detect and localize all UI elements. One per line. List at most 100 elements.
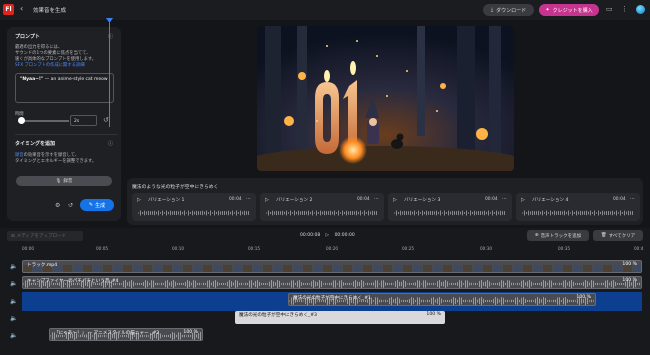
upload-media-button[interactable]: ⊞ メディアをアップロード [7,231,83,241]
more-options-icon[interactable]: ⋯ [374,196,379,202]
variation-name: バリエーション 3 [404,198,441,203]
more-options-icon[interactable]: ⋯ [630,196,635,202]
variations-caption: 魔法のような光の粒子が空中にきらめく [132,185,219,190]
more-options-icon[interactable]: ⋯ [502,196,507,202]
play-icon[interactable]: ▷ [521,197,525,203]
section-divider [15,134,118,135]
clear-all-button[interactable]: 🗑 すべてクリア [593,230,643,241]
generate-label: 生成 [95,202,106,209]
duration-slider-knob[interactable] [18,117,25,124]
upload-label: メディアをアップロード [16,234,66,239]
timeline-clip[interactable]: 「にゃあ〜！」 — アニメスタイルの猫ニャー _#2 100 % [49,328,203,341]
waveform [138,210,249,216]
more-options-icon[interactable]: ⋯ [246,196,251,202]
speaker-icon[interactable]: 🔈 [10,298,17,305]
timeline-clip[interactable]: トラック.mp4 100 % [22,260,642,273]
variations-panel: 魔法のような光の粒子が空中にきらめく ▷ バリエーション 1 00:04 ⋯ ▷… [127,178,643,225]
ruler-tick: 00:15 [248,246,261,251]
prompt-panel: プロンプト ⓘ 最適の出力を得るには、 サウンドの1つの要素に焦点を当てて、 速… [7,27,121,221]
time-ruler[interactable]: 00:00 00:05 00:10 00:15 00:20 00:25 00:3… [22,246,644,256]
ruler-tick: 00:05 [96,246,109,251]
generate-button[interactable]: ✎ 生成 [80,199,114,211]
timing-desc-line-2: タイミングとエネルギーを調整できます。 [15,159,97,164]
clip-volume: 100 % [576,295,591,300]
clip-volume: 100 % [183,330,198,335]
record-label: 録音 [63,179,73,184]
clip-volume: 100 % [426,312,441,317]
timeline-clip[interactable]: 魔法の光の粒子が空中にきらめく_#3 100 % [235,311,445,324]
generate-icon: ✎ [88,202,94,208]
timing-desc-rest: の効果音を示すを録音して、 [23,153,80,158]
play-icon[interactable]: ▷ [137,197,141,203]
ruler-tick: 00:35 [558,246,571,251]
prompt-quote: "Nyaa~!" [20,77,44,82]
waveform [522,210,633,216]
top-bar: Fl ‹ 効果音を生成 ⤓ ダウンロード ✦ クレジットを購入 ▭ ⋮ [0,0,650,20]
page-title: 効果音を生成 [33,8,67,14]
timing-description: 録音の効果音を示すを録音して、 タイミングとエネルギーを調整できます。 [15,153,115,165]
settings-sliders-icon[interactable]: ⚙ [55,202,60,209]
prompt-description: 最適の出力を得るには、 サウンドの1つの要素に焦点を当てて、 速くが具体的なプロ… [15,45,115,69]
variation-duration: 00:04 [485,197,498,202]
variation-card[interactable]: ▷ バリエーション 2 00:04 ⋯ [260,193,384,221]
variation-duration: 00:04 [357,197,370,202]
clear-all-label: すべてクリア [608,233,636,239]
timeline-clip[interactable]: キャンプファイヤーのパチパチという音_#4 100 % [22,276,642,289]
download-button[interactable]: ⤓ ダウンロード [483,4,534,16]
timeline-clip[interactable]: 魔法の光の粒子が空中にきらめく_#1 100 % [288,293,596,306]
chat-icon[interactable]: ▭ [606,5,613,13]
record-link[interactable]: 録音 [15,153,24,158]
waveform [266,210,377,216]
history-icon[interactable]: ↺ [68,202,73,209]
sfx-prompt-help-link[interactable]: SFX プロンプトの作成に関する詳細 [15,63,115,69]
microphone-icon: 🎙 [55,178,62,184]
variation-card[interactable]: ▷ バリエーション 3 00:04 ⋯ [388,193,512,221]
duration-input[interactable]: 2s [70,115,97,126]
info-icon[interactable]: ⓘ [108,140,113,147]
timecode: 00:00:08 ▷ 00:00:00 [300,233,355,238]
film-strip [23,265,641,272]
add-audio-track-button[interactable]: ⊕ 音声トラックを追加 [527,230,589,241]
ruler-tick: 00:20 [326,246,339,251]
current-time: 00:00:08 [300,233,321,238]
variation-name: バリエーション 4 [532,198,569,203]
generated-preview-image [257,26,514,171]
record-button[interactable]: 🎙 録音 [16,176,112,186]
variation-card[interactable]: ▷ バリエーション 1 00:04 ⋯ [132,193,256,221]
speaker-icon[interactable]: 🔈 [10,263,17,270]
avatar[interactable] [636,5,645,14]
variation-duration: 00:04 [229,197,242,202]
trash-icon: 🗑 [600,233,607,238]
prompt-input[interactable]: "Nyaa~!" — an anime-style cat meow [15,73,114,103]
speaker-icon[interactable]: 🔈 [10,315,17,322]
ruler-tick: 00:4 [634,246,644,251]
clip-label: 「にゃあ〜！」 — アニメスタイルの猫ニャー _#2 [54,331,160,336]
sparkle-icon: ✦ [545,7,550,13]
speaker-icon[interactable]: 🔈 [10,280,17,287]
play-icon[interactable]: ▷ [265,197,269,203]
playhead[interactable] [109,18,110,127]
forest-scene-illustration [257,26,514,171]
back-arrow-icon[interactable]: ‹ [20,4,23,13]
total-time: 00:00:00 [334,233,355,238]
clip-label: トラック.mp4 [27,263,58,268]
add-icon: ⊕ [534,233,539,238]
upload-icon: ⊞ [11,233,15,239]
prompt-section-title: プロンプト [15,34,40,40]
duration-slider-track[interactable] [19,120,69,122]
play-icon[interactable]: ▷ [393,197,397,203]
reset-icon[interactable]: ↺ [103,116,109,124]
timing-section-title: タイミングを追加 [15,141,56,147]
waveform [394,210,505,216]
speaker-icon[interactable]: 🔈 [10,332,17,339]
apps-grid-icon[interactable]: ⋮ [621,5,628,13]
clip-volume: 100 % [622,262,637,267]
clip-volume: 100 % [622,278,637,283]
variation-card[interactable]: ▷ バリエーション 4 00:04 ⋯ [516,193,640,221]
buy-credits-button[interactable]: ✦ クレジットを購入 [539,4,599,16]
play-icon[interactable]: ▷ [326,233,329,238]
download-label: ダウンロード [496,7,527,14]
clip-label: 魔法の光の粒子が空中にきらめく_#1 [293,296,371,301]
clip-label: キャンプファイヤーのパチパチという音_#4 [27,279,119,284]
clip-label: 魔法の光の粒子が空中にきらめく_#3 [239,313,317,318]
